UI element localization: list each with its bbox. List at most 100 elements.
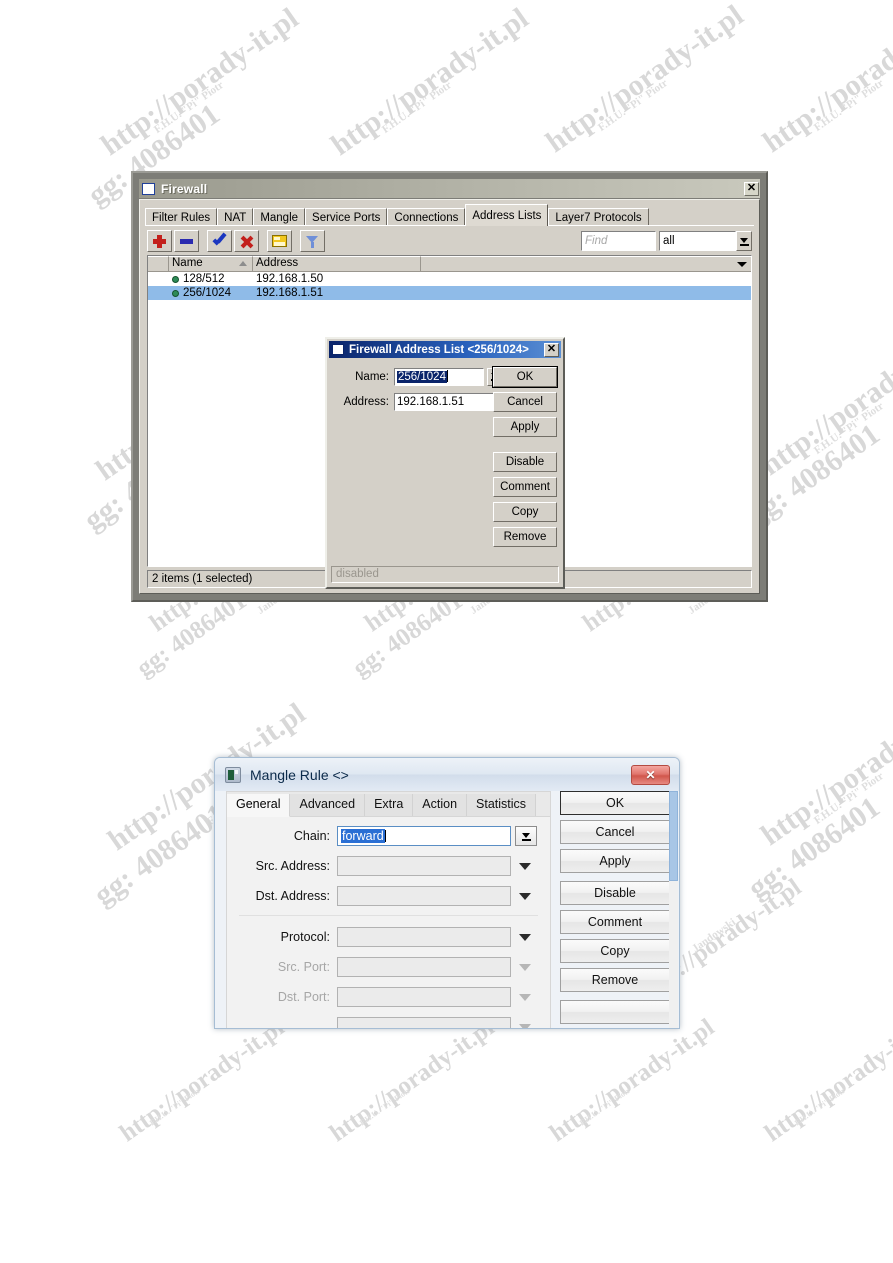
tab-advanced[interactable]: Advanced	[290, 794, 366, 816]
firewall-titlebar[interactable]: Firewall ✕	[139, 179, 760, 198]
column-header-address[interactable]: Address	[253, 256, 421, 271]
dst-port-field-row: Dst. Port:	[227, 986, 550, 1008]
tab-address-lists[interactable]: Address Lists	[465, 204, 549, 226]
src-address-input[interactable]	[337, 856, 511, 876]
close-icon[interactable]: ✕	[544, 342, 559, 357]
folder-icon	[272, 235, 287, 247]
column-header-name[interactable]: Name	[169, 256, 253, 271]
vertical-scrollbar[interactable]	[669, 791, 678, 1028]
filter-select-value[interactable]: all	[659, 231, 736, 251]
chevron-down-icon[interactable]	[519, 892, 531, 900]
table-row[interactable]: 256/1024 192.168.1.51	[148, 286, 751, 300]
firewall-tabstrip: Filter Rules NAT Mangle Service Ports Co…	[145, 204, 754, 226]
comment-button[interactable]	[267, 230, 292, 252]
dst-port-input	[337, 987, 511, 1007]
filter-dropdown-button[interactable]	[736, 231, 752, 251]
tab-separator	[145, 225, 754, 226]
address-input[interactable]: 192.168.1.51	[394, 392, 502, 411]
dst-address-field-row: Dst. Address:	[227, 885, 550, 907]
extra-button-partial[interactable]	[560, 1000, 670, 1024]
cancel-button[interactable]: Cancel	[560, 820, 670, 844]
remove-button[interactable]	[174, 230, 199, 252]
find-area: Find all	[581, 231, 752, 251]
watermark-url: http://porady-it.pl	[115, 1013, 290, 1148]
apply-button[interactable]: Apply	[560, 849, 670, 873]
tab-statistics[interactable]: Statistics	[467, 794, 537, 816]
disable-button[interactable]: Disable	[493, 452, 557, 472]
chevron-down-icon	[519, 1023, 531, 1028]
name-input[interactable]: 256/1024	[394, 367, 484, 386]
minus-icon	[180, 238, 193, 244]
status-dot-icon	[172, 289, 179, 297]
tab-mangle[interactable]: Mangle	[253, 208, 306, 226]
next-field-row-partial	[227, 1016, 550, 1028]
tab-nat[interactable]: NAT	[217, 208, 254, 226]
mangle-dialog-titlebar[interactable]: Mangle Rule <> ✕	[215, 758, 679, 791]
comment-button[interactable]: Comment	[493, 477, 557, 497]
chain-input[interactable]: forward	[337, 826, 511, 846]
row-address-value: 192.168.1.51	[256, 286, 324, 299]
tab-filter-rules[interactable]: Filter Rules	[145, 208, 218, 226]
protocol-label: Protocol:	[280, 930, 330, 944]
chevron-down-icon[interactable]	[519, 862, 531, 870]
address-field-row: Address: 192.168.1.51	[333, 392, 502, 411]
table-row[interactable]: 128/512 192.168.1.50	[148, 272, 751, 286]
disable-button[interactable]	[234, 230, 259, 252]
name-input-value: 256/1024	[397, 370, 447, 383]
cross-icon	[240, 235, 253, 248]
tab-connections[interactable]: Connections	[387, 208, 466, 226]
src-port-field-row: Src. Port:	[227, 956, 550, 978]
chevron-down-icon	[739, 237, 749, 246]
enable-button[interactable]	[207, 230, 232, 252]
add-button[interactable]	[147, 230, 172, 252]
watermark-url: http://porady-it.pl	[757, 0, 893, 160]
tab-service-ports[interactable]: Service Ports	[305, 208, 388, 226]
window-icon	[142, 182, 155, 195]
apply-button[interactable]: Apply	[493, 417, 557, 437]
remove-button[interactable]: Remove	[493, 527, 557, 547]
window-icon	[332, 344, 344, 355]
comment-button[interactable]: Comment	[560, 910, 670, 934]
watermark-company: F.H.U. "Pi" Piotr	[812, 400, 886, 457]
address-dialog-title: Firewall Address List <256/1024>	[349, 343, 529, 356]
cancel-button[interactable]: Cancel	[493, 392, 557, 412]
column-header-name-label: Name	[172, 257, 203, 269]
ok-button[interactable]: OK	[492, 366, 558, 388]
protocol-input[interactable]	[337, 927, 511, 947]
mangle-rule-dialog: Mangle Rule <> ✕ General Advanced Extra …	[214, 757, 680, 1029]
tab-layer7-protocols[interactable]: Layer7 Protocols	[548, 208, 649, 226]
tab-action[interactable]: Action	[413, 794, 468, 816]
watermark-company: F.H.U. "Pi" Piotr	[578, 1085, 632, 1128]
dst-address-label: Dst. Address:	[255, 889, 330, 903]
ok-button[interactable]: OK	[560, 791, 670, 815]
search-input[interactable]: Find	[581, 231, 656, 251]
chevron-down-icon	[737, 262, 747, 267]
dst-address-input[interactable]	[337, 886, 511, 906]
address-label: Address:	[343, 395, 389, 408]
chain-field-row: Chain: forward	[227, 825, 550, 847]
disable-button[interactable]: Disable	[560, 881, 670, 905]
copy-button[interactable]: Copy	[560, 939, 670, 963]
chevron-down-icon[interactable]	[519, 933, 531, 941]
address-dialog-titlebar[interactable]: Firewall Address List <256/1024> ✕	[329, 341, 561, 358]
column-header-status[interactable]	[148, 256, 169, 271]
next-field-input[interactable]	[337, 1017, 511, 1028]
firewall-window-title: Firewall	[161, 181, 208, 196]
src-port-label: Src. Port:	[277, 960, 330, 974]
chain-dropdown-button[interactable]	[515, 826, 537, 846]
chain-label: Chain:	[293, 829, 330, 843]
watermark-company: F.H.U. "Pi" Piotr	[380, 79, 454, 136]
tab-extra[interactable]: Extra	[365, 794, 414, 816]
watermark-company: F.H.U. "Pi" Piotr	[812, 77, 886, 134]
close-icon[interactable]: ✕	[631, 764, 670, 785]
name-label: Name:	[355, 370, 389, 383]
filter-button[interactable]	[300, 230, 325, 252]
copy-button[interactable]: Copy	[493, 502, 557, 522]
scrollbar-thumb[interactable]	[669, 791, 678, 881]
close-icon[interactable]: ✕	[744, 181, 759, 196]
column-header-extra[interactable]	[421, 256, 751, 271]
src-address-label: Src. Address:	[255, 859, 330, 873]
table-header: Name Address	[148, 256, 751, 272]
tab-general[interactable]: General	[227, 794, 291, 817]
remove-button[interactable]: Remove	[560, 968, 670, 992]
